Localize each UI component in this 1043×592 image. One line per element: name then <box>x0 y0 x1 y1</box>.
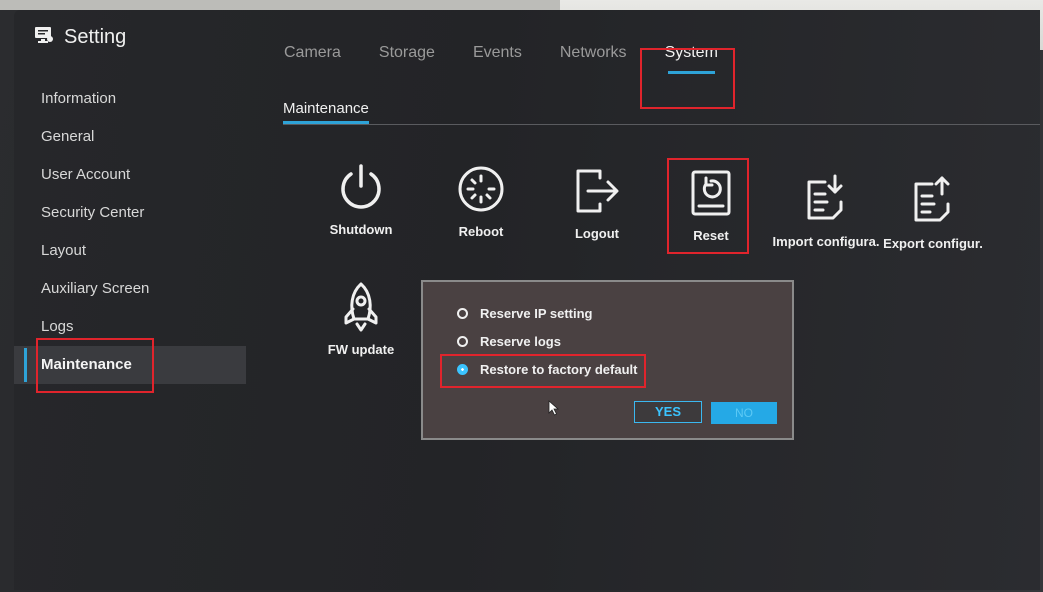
radio-reserve-ip[interactable] <box>457 308 468 319</box>
fw-update-label: FW update <box>327 342 395 357</box>
highlight-system-tab <box>640 48 735 109</box>
fw-update-button[interactable]: FW update <box>306 278 416 357</box>
option-reserve-logs-label: Reserve logs <box>480 334 561 349</box>
export-config-icon <box>879 172 987 230</box>
export-config-label: Export configur. <box>883 236 983 251</box>
power-icon <box>306 158 416 216</box>
tab-storage-label: Storage <box>378 44 435 61</box>
sidebar-item-general[interactable]: General <box>14 118 246 156</box>
reboot-button[interactable]: Reboot <box>426 160 536 239</box>
yes-button[interactable]: YES <box>634 401 702 423</box>
no-button[interactable]: NO <box>711 402 777 424</box>
reboot-label: Reboot <box>458 224 504 239</box>
app-title: Setting <box>64 26 127 48</box>
import-config-icon <box>772 170 880 228</box>
reboot-icon <box>426 160 536 218</box>
sidebar-item-layout[interactable]: Layout <box>14 232 246 270</box>
export-config-button[interactable]: Export configur. <box>879 172 987 251</box>
sidebar-item-user-account[interactable]: User Account <box>14 156 246 194</box>
option-reserve-logs[interactable]: Reserve logs <box>457 334 561 349</box>
tab-events[interactable]: Events <box>454 38 541 68</box>
logout-icon <box>542 162 652 220</box>
rocket-icon <box>306 278 416 336</box>
tab-camera-label: Camera <box>284 44 341 61</box>
radio-reserve-logs[interactable] <box>457 336 468 347</box>
option-reserve-ip[interactable]: Reserve IP setting <box>457 306 592 321</box>
shutdown-button[interactable]: Shutdown <box>306 158 416 237</box>
bezel-top <box>0 0 560 10</box>
highlight-reset <box>667 158 749 254</box>
mouse-cursor-icon <box>548 400 560 421</box>
sidebar-item-information[interactable]: Information <box>14 80 246 118</box>
tab-events-label: Events <box>472 44 522 61</box>
divider <box>283 124 1040 125</box>
tab-networks-label: Networks <box>559 44 627 61</box>
import-config-label: Import configura. <box>772 234 880 249</box>
subtab-maintenance[interactable]: Maintenance <box>283 100 369 117</box>
option-reserve-ip-label: Reserve IP setting <box>480 306 593 321</box>
sidebar-item-security-center[interactable]: Security Center <box>14 194 246 232</box>
app-header: Setting <box>34 26 126 49</box>
tab-networks[interactable]: Networks <box>541 38 646 68</box>
tab-camera[interactable]: Camera <box>265 38 360 68</box>
logout-label: Logout <box>574 226 620 241</box>
shutdown-label: Shutdown <box>329 222 393 237</box>
highlight-maintenance <box>36 338 154 393</box>
setting-monitor-icon <box>34 26 54 49</box>
import-config-button[interactable]: Import configura. <box>772 170 880 249</box>
sidebar: Setting Information General User Account… <box>14 10 246 590</box>
tab-storage[interactable]: Storage <box>360 38 454 68</box>
highlight-factory-default <box>440 354 646 388</box>
logout-button[interactable]: Logout <box>542 162 652 241</box>
sidebar-item-auxiliary-screen[interactable]: Auxiliary Screen <box>14 270 246 308</box>
